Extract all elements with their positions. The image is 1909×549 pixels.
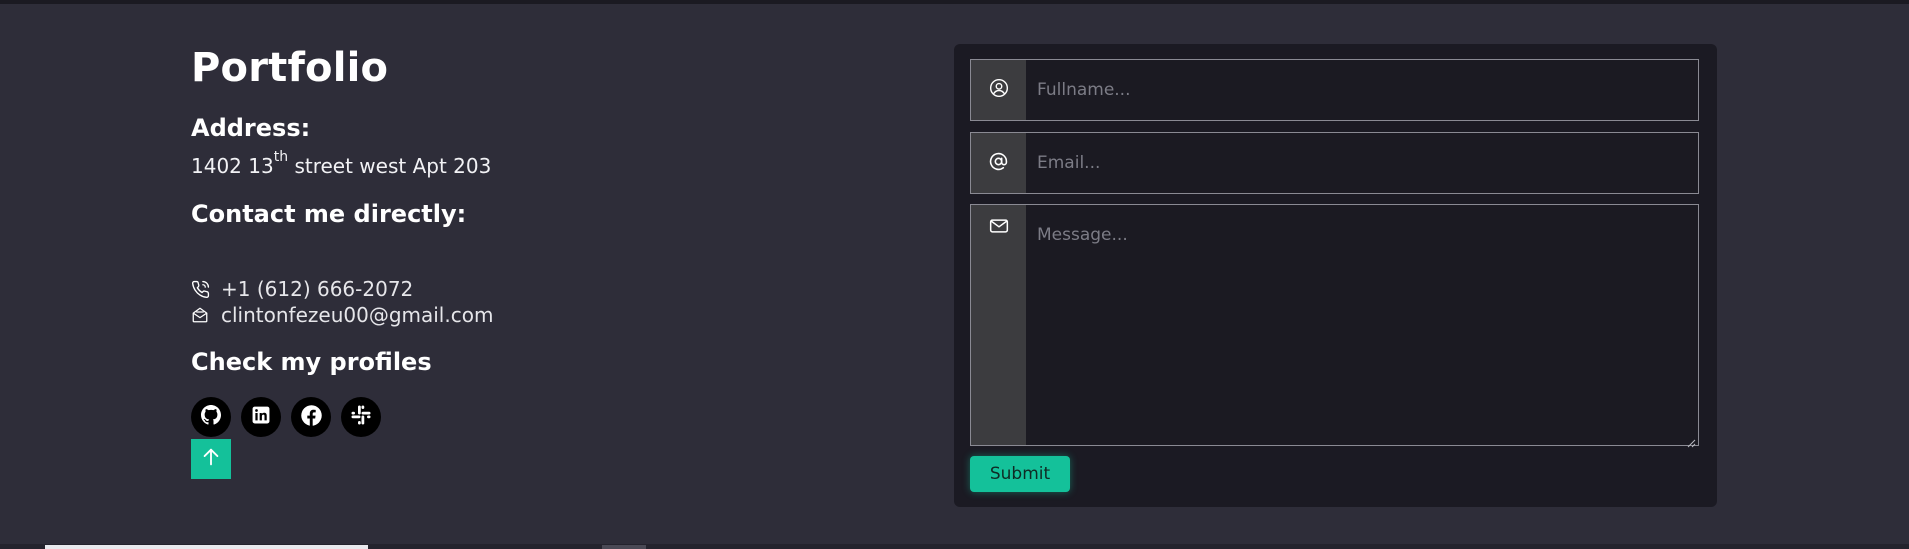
scroll-to-top-button[interactable] (191, 439, 231, 479)
submit-button[interactable]: Submit (970, 456, 1070, 492)
github-link[interactable] (191, 397, 231, 437)
slack-icon (351, 405, 371, 429)
address-heading: Address: (191, 114, 311, 142)
scroll-indicator (45, 545, 368, 549)
fullname-input[interactable]: Fullname... (1026, 60, 1698, 120)
envelope-icon (989, 217, 1009, 239)
email-row[interactable]: clintonfezeu00@gmail.com (191, 302, 493, 328)
contact-info-section: Portfolio Address: 1402 13th street west… (191, 38, 891, 479)
fullname-field[interactable]: Fullname... (970, 59, 1699, 121)
phone-row[interactable]: +1 (612) 666-2072 (191, 276, 413, 302)
address-street: street west Apt 203 (288, 154, 492, 178)
github-icon (201, 405, 221, 429)
page-title: Portfolio (191, 45, 389, 91)
message-field[interactable]: Message... (970, 204, 1699, 448)
scroll-indicator-secondary (602, 545, 646, 549)
social-links (191, 397, 381, 437)
contact-heading: Contact me directly: (191, 200, 467, 228)
slack-link[interactable] (341, 397, 381, 437)
email-field[interactable]: Email... (970, 132, 1699, 194)
message-addon (971, 205, 1026, 445)
email-text: clintonfezeu00@gmail.com (221, 303, 494, 327)
contact-form: Fullname... Email... Message... Submit (954, 44, 1717, 507)
email-input[interactable]: Email... (1026, 133, 1698, 193)
phone-icon (191, 279, 211, 299)
resize-handle-icon[interactable] (1686, 433, 1696, 448)
user-circle-icon (989, 78, 1009, 102)
address-number: 1402 13 (191, 154, 274, 178)
linkedin-link[interactable] (241, 397, 281, 437)
fullname-addon (971, 60, 1026, 120)
address-text: 1402 13th street west Apt 203 (191, 149, 492, 180)
facebook-link[interactable] (291, 397, 331, 437)
arrow-up-icon (200, 446, 222, 472)
profiles-heading: Check my profiles (191, 348, 432, 376)
email-addon (971, 133, 1026, 193)
at-sign-icon (989, 152, 1008, 175)
message-textarea[interactable]: Message... (1026, 205, 1698, 445)
linkedin-icon (252, 406, 270, 428)
facebook-icon (300, 404, 322, 430)
phone-text: +1 (612) 666-2072 (221, 277, 414, 301)
envelope-open-icon (191, 305, 211, 325)
address-ordinal: th (273, 149, 289, 166)
top-bar (0, 0, 1909, 4)
